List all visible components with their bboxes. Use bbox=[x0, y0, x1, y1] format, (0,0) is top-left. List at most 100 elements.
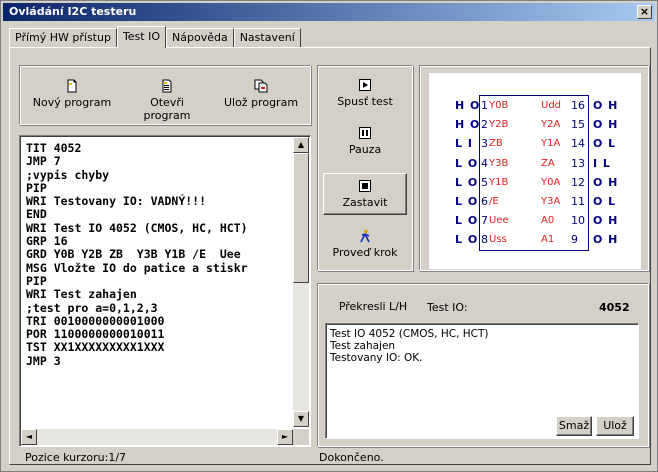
pin-name-left: /E bbox=[489, 196, 499, 207]
pin-name-right: Y3A bbox=[541, 196, 561, 207]
tab-test-io[interactable]: Test IO bbox=[116, 26, 167, 48]
main-window: Ovládání I2C testeru × Přímý HW přístup … bbox=[0, 0, 658, 472]
walking-man-icon bbox=[360, 229, 370, 243]
pin-name-left: Uss bbox=[489, 234, 507, 246]
redraw-lh-button[interactable]: Překresli L/H bbox=[327, 297, 419, 317]
stop-button[interactable]: Zastavit bbox=[323, 173, 407, 215]
chip-pin-row: L I 3 ZB Y1A 14 O L bbox=[429, 135, 641, 153]
pin-name-left: ZB bbox=[489, 138, 503, 150]
save-program-button[interactable]: Ulož program bbox=[221, 79, 301, 109]
pause-label: Pauza bbox=[348, 143, 382, 156]
pin-number-right: 15 bbox=[571, 118, 585, 132]
test-io-label: Test IO: bbox=[427, 301, 468, 314]
pin-number-left: 2 bbox=[481, 118, 488, 132]
pin-level-left: H O bbox=[455, 118, 481, 132]
chip-pin-row: H O 1 Y0B Udd 16 O H bbox=[429, 97, 641, 115]
pin-level-right: O H bbox=[593, 99, 619, 112]
pin-number-left: 7 bbox=[481, 214, 488, 228]
pin-number-right: 12 bbox=[571, 175, 585, 189]
chip-diagram: H O 1 Y0B Udd 16 O H H O 2 Y2B Y2A 15 O H L I 3 ZB Y1A 1… bbox=[429, 73, 641, 269]
pin-name-right: Y2A bbox=[541, 119, 561, 131]
new-file-icon bbox=[67, 79, 77, 93]
pin-level-left: L O bbox=[455, 175, 479, 189]
program-editor[interactable]: TIT 4052 JMP 7 ;vypis chyby PIP WRI Test… bbox=[19, 135, 311, 447]
stop-label: Zastavit bbox=[342, 196, 388, 209]
pin-number-right: 13 bbox=[571, 156, 585, 170]
pin-name-left: Y0B bbox=[489, 100, 509, 111]
new-program-button[interactable]: Nový program bbox=[31, 79, 113, 109]
pin-level-left: H O bbox=[455, 99, 481, 112]
pin-number-left: 8 bbox=[481, 233, 488, 247]
chip-pin-row: L O 4 Y3B ZA 13 I L bbox=[429, 155, 641, 173]
open-program-button[interactable]: Otevři program bbox=[125, 79, 209, 122]
save-output-button[interactable]: Ulož bbox=[596, 416, 634, 436]
new-program-label: Nový program bbox=[32, 96, 112, 109]
window-title: Ovládání I2C testeru bbox=[9, 5, 137, 18]
pin-name-right: Y1A bbox=[541, 138, 561, 150]
save-program-label: Ulož program bbox=[223, 96, 299, 109]
pin-level-left: L O bbox=[455, 214, 479, 228]
vertical-scroll-thumb[interactable] bbox=[293, 153, 309, 283]
pin-level-right: O H bbox=[593, 118, 619, 132]
output-log: Test IO 4052 (CMOS, HC, HCT) Test zahaje… bbox=[325, 323, 639, 439]
pin-name-right: Y0A bbox=[541, 176, 561, 188]
step-button[interactable]: Proveď krok bbox=[323, 229, 407, 259]
pin-name-right: A1 bbox=[541, 234, 555, 246]
stop-icon bbox=[359, 180, 371, 192]
output-log-text: Test IO 4052 (CMOS, HC, HCT) Test zahaje… bbox=[330, 328, 489, 364]
pin-name-left: Y1B bbox=[489, 176, 509, 188]
tab-help[interactable]: Nápověda bbox=[166, 28, 234, 48]
tab-hw-access[interactable]: Přímý HW přístup bbox=[9, 28, 117, 48]
horizontal-scrollbar[interactable]: ◄ ► bbox=[21, 429, 293, 445]
scroll-down-button[interactable]: ▼ bbox=[293, 411, 309, 427]
pin-name-left: Y2B bbox=[489, 119, 509, 131]
pin-level-right: O H bbox=[593, 233, 619, 247]
pin-level-left: L O bbox=[455, 156, 479, 170]
chip-pin-row: L O 5 Y1B Y0A 12 O H bbox=[429, 174, 641, 192]
pin-level-left: L O bbox=[455, 233, 479, 247]
pin-name-right: Udd bbox=[541, 100, 562, 111]
pin-number-left: 3 bbox=[481, 137, 488, 151]
pin-name-left: Y3B bbox=[489, 157, 509, 169]
pin-number-right: 9 bbox=[571, 233, 578, 247]
pin-number-left: 1 bbox=[481, 99, 488, 112]
cursor-position-status: Pozice kurzoru:1/7 bbox=[25, 451, 127, 464]
pin-number-left: 4 bbox=[481, 156, 488, 170]
scroll-right-button[interactable]: ► bbox=[277, 429, 293, 445]
title-bar: Ovládání I2C testeru × bbox=[3, 3, 655, 21]
close-button[interactable]: × bbox=[637, 5, 652, 19]
open-file-icon bbox=[162, 79, 172, 93]
run-test-label: Spusť test bbox=[337, 95, 393, 108]
pin-level-right: O L bbox=[593, 195, 617, 208]
pin-level-left: L O bbox=[455, 195, 479, 208]
pin-number-right: 11 bbox=[571, 195, 585, 208]
tab-settings[interactable]: Nastavení bbox=[233, 28, 301, 48]
clear-output-button[interactable]: Smaž bbox=[556, 416, 592, 436]
pin-number-left: 5 bbox=[481, 175, 488, 189]
pause-button[interactable]: Pauza bbox=[323, 127, 407, 156]
pin-name-right: A0 bbox=[541, 215, 555, 227]
program-code[interactable]: TIT 4052 JMP 7 ;vypis chyby PIP WRI Test… bbox=[26, 142, 290, 422]
pin-name-left: Uee bbox=[489, 215, 509, 227]
tab-strip: Přímý HW přístup Test IO Nápověda Nastav… bbox=[9, 26, 301, 48]
play-icon bbox=[359, 79, 371, 91]
chip-pin-row: L O 7 Uee A0 10 O H bbox=[429, 212, 641, 230]
pin-level-left: L I bbox=[455, 137, 473, 151]
pin-number-right: 10 bbox=[571, 214, 585, 228]
scroll-up-button[interactable]: ▲ bbox=[293, 137, 309, 153]
save-file-icon bbox=[254, 79, 268, 93]
chip-pin-row: H O 2 Y2B Y2A 15 O H bbox=[429, 116, 641, 134]
open-program-label: Otevři program bbox=[143, 96, 191, 122]
pin-name-right: ZA bbox=[541, 157, 555, 169]
pin-number-right: 16 bbox=[571, 99, 585, 112]
pin-level-right: O H bbox=[593, 214, 619, 228]
run-state-status: Dokončeno. bbox=[319, 451, 384, 464]
pin-number-left: 6 bbox=[481, 195, 488, 208]
scroll-left-button[interactable]: ◄ bbox=[21, 429, 37, 445]
run-test-button[interactable]: Spusť test bbox=[323, 79, 407, 108]
vertical-scrollbar[interactable]: ▲ ▼ bbox=[293, 137, 309, 427]
test-io-value: 4052 bbox=[599, 301, 630, 314]
scroll-corner bbox=[293, 429, 309, 445]
pin-level-right: O H bbox=[593, 175, 619, 189]
chip-pin-row: L O 8 Uss A1 9 O H bbox=[429, 231, 641, 249]
